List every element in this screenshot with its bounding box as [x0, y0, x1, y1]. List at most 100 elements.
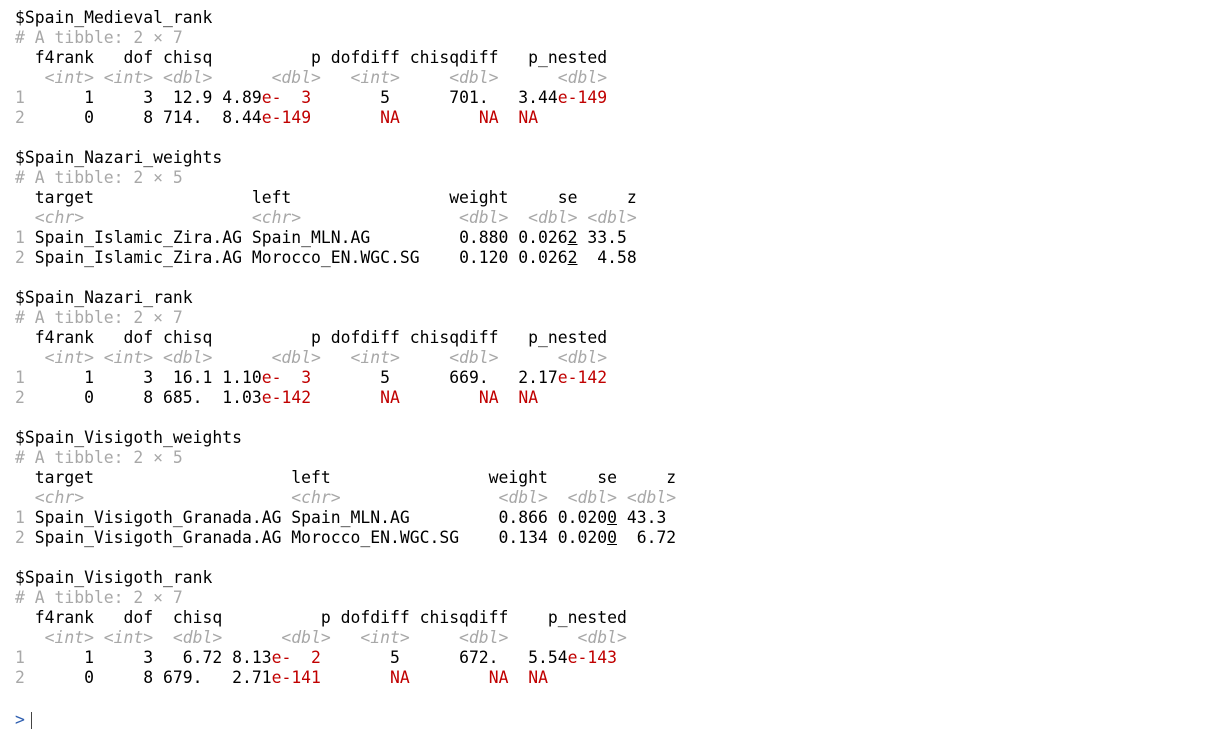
- console-text: $Spain_Medieval_rank: [15, 8, 213, 27]
- console-text: NA: [380, 388, 400, 407]
- text-cursor: [30, 712, 32, 729]
- console-text: $Spain_Nazari_rank: [15, 288, 193, 307]
- console-line: $Spain_Nazari_weights: [15, 148, 676, 168]
- row-number: 1: [15, 508, 25, 527]
- console-line: f4rank dof chisq p dofdiff chisqdiff p_n…: [15, 608, 676, 628]
- console-text: f4rank dof chisq p dofdiff chisqdiff p_n…: [15, 608, 627, 627]
- console-text: e-149: [261, 108, 312, 127]
- console-line: 1 1 3 16.1 1.10e- 3 5 669. 2.17e-142: [15, 368, 676, 388]
- console-text: f4rank dof chisq p dofdiff chisqdiff p_n…: [15, 48, 608, 67]
- console-text: 5 669. 2.17: [311, 368, 558, 387]
- console-text: 1 3 16.1 1.10: [24, 368, 262, 387]
- console-prompt-line[interactable]: >: [15, 710, 32, 730]
- console-text: 4.58: [577, 248, 637, 267]
- console-line: # A tibble: 2 × 5: [15, 448, 676, 468]
- console-text: e-149: [557, 88, 608, 107]
- console-line: target left weight se z: [15, 468, 676, 488]
- console-text: <int> <int> <dbl> <dbl> <int> <dbl> <dbl…: [15, 628, 627, 647]
- row-number: 2: [15, 108, 25, 127]
- console-line: $Spain_Nazari_rank: [15, 288, 676, 308]
- console-line: <int> <int> <dbl> <dbl> <int> <dbl> <dbl…: [15, 68, 676, 88]
- console-text: Spain_Visigoth_Granada.AG Morocco_EN.WGC…: [24, 528, 608, 547]
- console-text: NA: [478, 388, 499, 407]
- console-line: <int> <int> <dbl> <dbl> <int> <dbl> <dbl…: [15, 348, 676, 368]
- console-text: 6.72: [616, 528, 677, 547]
- console-text: e-142: [261, 388, 312, 407]
- console-text: 0: [607, 528, 617, 547]
- console-text: Spain_Islamic_Zira.AG Spain_MLN.AG 0.880…: [24, 228, 568, 247]
- console-line: 2 0 8 714. 8.44e-149 NA NA NA: [15, 108, 676, 128]
- console-text: NA: [390, 668, 410, 687]
- console-line: f4rank dof chisq p dofdiff chisqdiff p_n…: [15, 48, 676, 68]
- console-line: 1 1 3 6.72 8.13e- 2 5 672. 5.54e-143: [15, 648, 676, 668]
- console-text: e-142: [557, 368, 608, 387]
- console-text: e-141: [271, 668, 321, 687]
- console-line: 2 0 8 685. 1.03e-142 NA NA NA: [15, 388, 676, 408]
- console-text: e- 3: [261, 88, 312, 107]
- console-text: $Spain_Visigoth_rank: [15, 568, 213, 587]
- row-number: 2: [15, 248, 25, 267]
- tibble-comment: # A tibble: 2 × 7: [15, 308, 183, 327]
- tibble-comment: # A tibble: 2 × 7: [15, 588, 183, 607]
- row-number: 2: [15, 388, 25, 407]
- console-line: f4rank dof chisq p dofdiff chisqdiff p_n…: [15, 328, 676, 348]
- console-line: 1 Spain_Visigoth_Granada.AG Spain_MLN.AG…: [15, 508, 676, 528]
- console-text: e- 3: [261, 368, 312, 387]
- console-text: $Spain_Visigoth_weights: [15, 428, 242, 447]
- console-text: 2: [567, 248, 578, 267]
- row-number: 1: [15, 368, 25, 387]
- console-line: 1 1 3 12.9 4.89e- 3 5 701. 3.44e-149: [15, 88, 676, 108]
- row-number: 1: [15, 648, 25, 667]
- row-number: 2: [15, 668, 25, 687]
- console-line: # A tibble: 2 × 5: [15, 168, 676, 188]
- console-text: $Spain_Nazari_weights: [15, 148, 223, 167]
- console-text: target left weight se z: [15, 188, 637, 207]
- console-text: 33.5: [577, 228, 627, 247]
- console-text: <int> <int> <dbl> <dbl> <int> <dbl> <dbl…: [15, 348, 608, 367]
- console-text: f4rank dof chisq p dofdiff chisqdiff p_n…: [15, 328, 608, 347]
- console-line: target left weight se z: [15, 188, 676, 208]
- console-line: $Spain_Medieval_rank: [15, 8, 676, 28]
- console-text: 0 8 714. 8.44: [24, 108, 262, 127]
- console-text: e- 2: [271, 648, 321, 667]
- console-text: NA: [488, 668, 509, 687]
- r-console-output: $Spain_Medieval_rank # A tibble: 2 × 7 f4…: [15, 8, 676, 688]
- console-line: $Spain_Visigoth_weights: [15, 428, 676, 448]
- console-line: 2 Spain_Islamic_Zira.AG Morocco_EN.WGC.S…: [15, 248, 676, 268]
- console-text: 0 8 679. 2.71: [24, 668, 272, 687]
- console-text: <chr> <chr> <dbl> <dbl> <dbl>: [15, 208, 637, 227]
- tibble-comment: # A tibble: 2 × 7: [15, 28, 183, 47]
- row-number: 1: [15, 88, 25, 107]
- console-text: Spain_Visigoth_Granada.AG Spain_MLN.AG 0…: [24, 508, 608, 527]
- console-text: 0 8 685. 1.03: [24, 388, 262, 407]
- console-line: # A tibble: 2 × 7: [15, 588, 676, 608]
- console-text: 5 672. 5.54: [320, 648, 568, 667]
- console-text: 5 701. 3.44: [311, 88, 558, 107]
- console-line: # A tibble: 2 × 7: [15, 308, 676, 328]
- console-line: 2 Spain_Visigoth_Granada.AG Morocco_EN.W…: [15, 528, 676, 548]
- console-scrollbar[interactable]: [1217, 0, 1221, 731]
- console-text: 2: [567, 228, 578, 247]
- console-line: 2 0 8 679. 2.71e-141 NA NA NA: [15, 668, 676, 688]
- console-text: Spain_Islamic_Zira.AG Morocco_EN.WGC.SG …: [24, 248, 568, 267]
- row-number: 1: [15, 228, 25, 247]
- console-text: <int> <int> <dbl> <dbl> <int> <dbl> <dbl…: [15, 68, 608, 87]
- console-line: 1 Spain_Islamic_Zira.AG Spain_MLN.AG 0.8…: [15, 228, 676, 248]
- tibble-comment: # A tibble: 2 × 5: [15, 448, 183, 467]
- row-number: 2: [15, 528, 25, 547]
- console-text: NA: [518, 388, 539, 407]
- console-text: 0: [607, 508, 617, 527]
- console-text: NA: [518, 108, 539, 127]
- console-text: 43.3: [616, 508, 667, 527]
- console-text: 1 3 12.9 4.89: [24, 88, 262, 107]
- console-line: # A tibble: 2 × 7: [15, 28, 676, 48]
- console-text: target left weight se z: [15, 468, 677, 487]
